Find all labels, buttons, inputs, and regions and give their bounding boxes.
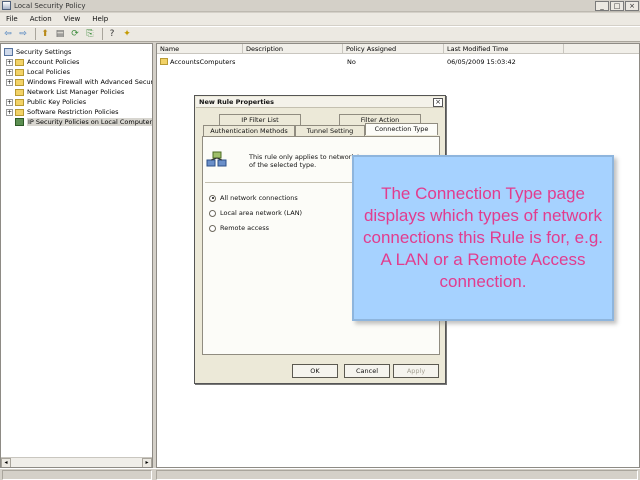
tree-root-label: Security Settings xyxy=(16,48,72,56)
folder-icon xyxy=(15,68,24,76)
tab-ip-filter-list[interactable]: IP Filter List xyxy=(219,114,301,125)
expand-icon[interactable]: + xyxy=(6,58,13,66)
back-arrow-icon[interactable]: ⇦ xyxy=(2,28,14,40)
table-row[interactable]: AccountsComputers No 06/05/2009 15:03:42 xyxy=(157,57,639,67)
ip-security-icon xyxy=(15,118,24,126)
tree-root[interactable]: Security Settings xyxy=(4,47,71,57)
tree-item-windows-firewall[interactable]: + Windows Firewall with Advanced Securit… xyxy=(6,77,153,87)
folder-icon xyxy=(15,98,24,106)
policy-icon xyxy=(160,58,168,65)
folder-icon xyxy=(15,108,24,116)
window-titlebar: Local Security Policy _ □ × xyxy=(0,0,640,12)
radio-unselected-icon[interactable] xyxy=(209,224,216,232)
radio-label: All network connections xyxy=(220,194,298,202)
tree-item-public-key-policies[interactable]: + Public Key Policies xyxy=(6,97,86,107)
radio-remote-access[interactable]: Remote access xyxy=(209,223,269,233)
row-modified: 06/05/2009 15:03:42 xyxy=(447,58,516,66)
tree-item-network-list-manager[interactable]: Network List Manager Policies xyxy=(15,87,124,97)
annotation-callout: The Connection Type page displays which … xyxy=(352,155,614,321)
apply-button[interactable]: Apply xyxy=(393,364,439,378)
status-bar xyxy=(0,468,640,480)
menu-bar: File Action View Help xyxy=(0,13,640,25)
menu-view[interactable]: View xyxy=(58,15,87,23)
scroll-left-icon[interactable]: ◂ xyxy=(1,458,11,467)
toolbar: ⇦ ⇨ ⬆ ▤ ⟳ ⎘ ? ✦ xyxy=(0,26,640,42)
tree-item-label: Account Policies xyxy=(27,58,80,66)
window-title: Local Security Policy xyxy=(14,1,86,10)
security-settings-icon xyxy=(4,48,13,56)
tree-item-account-policies[interactable]: + Account Policies xyxy=(6,57,79,67)
folder-icon xyxy=(15,58,24,66)
column-header-policy-assigned[interactable]: Policy Assigned xyxy=(343,44,444,54)
callout-text: The Connection Type page displays which … xyxy=(362,184,604,291)
expand-icon[interactable]: + xyxy=(6,68,13,76)
menu-help[interactable]: Help xyxy=(86,15,114,23)
column-header-name[interactable]: Name xyxy=(157,44,243,54)
help-icon[interactable]: ? xyxy=(106,28,118,40)
list-header: Name Description Policy Assigned Last Mo… xyxy=(157,44,639,54)
expand-icon[interactable]: + xyxy=(6,78,13,86)
ok-button[interactable]: OK xyxy=(292,364,338,378)
minimize-button[interactable]: _ xyxy=(595,0,609,11)
column-header-last-modified[interactable]: Last Modified Time xyxy=(444,44,564,54)
status-cell-right xyxy=(156,470,638,480)
tree-item-label: Local Policies xyxy=(27,68,70,76)
dialog-titlebar: New Rule Properties × xyxy=(196,97,444,108)
column-header-description[interactable]: Description xyxy=(243,44,343,54)
tree-item-software-restriction[interactable]: + Software Restriction Policies xyxy=(6,107,119,117)
toolbar-separator xyxy=(102,28,103,40)
properties-icon[interactable]: ▤ xyxy=(54,28,66,40)
tree-item-ip-security-policies[interactable]: IP Security Policies on Local Computer xyxy=(15,117,153,127)
expand-icon[interactable]: + xyxy=(6,98,13,106)
app-icon xyxy=(2,1,11,10)
tree-item-label: IP Security Policies on Local Computer xyxy=(27,118,153,126)
maximize-button[interactable]: □ xyxy=(610,0,624,11)
radio-all-network-connections[interactable]: All network connections xyxy=(209,193,298,203)
close-window-button[interactable]: × xyxy=(625,0,639,11)
tab-tunnel-setting[interactable]: Tunnel Setting xyxy=(295,125,365,136)
forward-arrow-icon[interactable]: ⇨ xyxy=(17,28,29,40)
dialog-title: New Rule Properties xyxy=(199,98,274,106)
tree-item-label: Windows Firewall with Advanced Security xyxy=(27,78,153,86)
tree-item-local-policies[interactable]: + Local Policies xyxy=(6,67,70,77)
folder-icon xyxy=(15,78,24,86)
radio-unselected-icon[interactable] xyxy=(209,209,216,217)
up-folder-icon[interactable]: ⬆ xyxy=(39,28,51,40)
export-list-icon[interactable]: ⎘ xyxy=(84,28,96,40)
tree-item-label: Network List Manager Policies xyxy=(27,88,125,96)
cancel-button[interactable]: Cancel xyxy=(344,364,390,378)
toolbar-separator xyxy=(35,28,36,40)
connection-type-description: This rule only applies to network tr... … xyxy=(249,153,369,169)
radio-local-area-network[interactable]: Local area network (LAN) xyxy=(209,208,302,218)
radio-label: Local area network (LAN) xyxy=(220,209,303,217)
status-cell-left xyxy=(2,470,152,480)
tree-item-label: Public Key Policies xyxy=(27,98,87,106)
radio-label: Remote access xyxy=(220,224,270,232)
add-policy-icon[interactable]: ✦ xyxy=(121,28,133,40)
folder-icon xyxy=(15,88,24,96)
menu-action[interactable]: Action xyxy=(24,15,58,23)
expand-icon[interactable]: + xyxy=(6,108,13,116)
tree-item-label: Software Restriction Policies xyxy=(27,108,119,116)
tab-connection-type[interactable]: Connection Type xyxy=(365,123,438,135)
tree-horizontal-scrollbar[interactable]: ◂ ▸ xyxy=(1,457,152,467)
tab-authentication-methods[interactable]: Authentication Methods xyxy=(203,125,295,136)
network-connection-icon xyxy=(206,151,227,167)
row-assigned: No xyxy=(347,58,356,66)
row-name: AccountsComputers xyxy=(170,58,236,66)
dialog-close-button[interactable]: × xyxy=(433,98,443,107)
refresh-icon[interactable]: ⟳ xyxy=(69,28,81,40)
console-tree: Security Settings + Account Policies + L… xyxy=(0,43,153,468)
scroll-right-icon[interactable]: ▸ xyxy=(142,458,152,467)
radio-selected-icon[interactable] xyxy=(209,194,216,202)
menu-file[interactable]: File xyxy=(0,15,24,23)
row-name-cell: AccountsComputers xyxy=(160,57,235,67)
